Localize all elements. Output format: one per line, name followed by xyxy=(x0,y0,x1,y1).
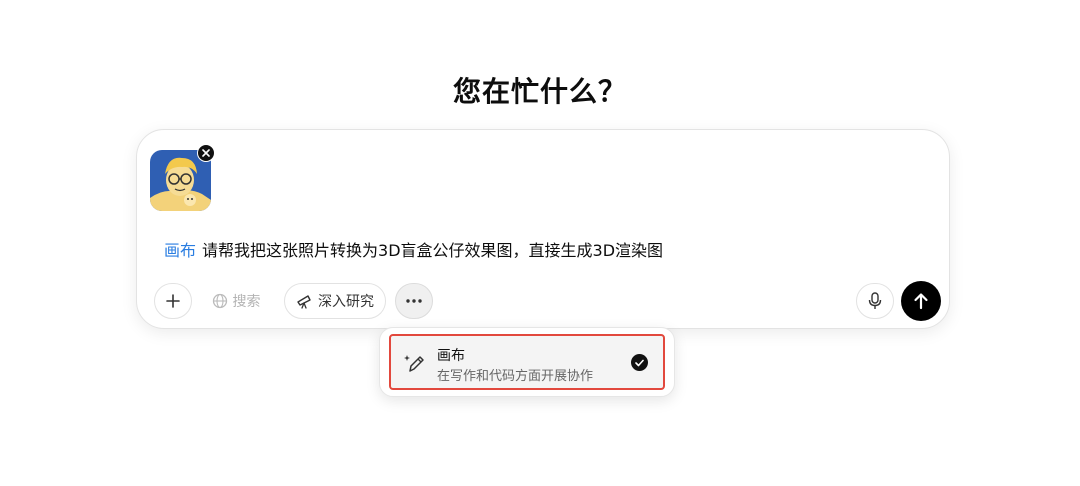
page-title: 您在忙什么？ xyxy=(452,75,627,108)
close-icon xyxy=(202,149,210,157)
remove-attachment-button[interactable] xyxy=(197,144,215,162)
telescope-icon xyxy=(297,295,311,309)
voice-input-button[interactable] xyxy=(856,283,894,319)
plus-icon xyxy=(166,294,180,308)
canvas-tool-tag[interactable]: 画布 xyxy=(164,241,196,260)
tools-dropdown-menu: 画布 在写作和代码方面开展协作 xyxy=(379,327,675,397)
globe-icon xyxy=(212,293,227,309)
microphone-icon xyxy=(868,292,882,309)
send-button[interactable] xyxy=(901,281,941,321)
add-button[interactable] xyxy=(154,283,192,319)
prompt-text: 请帮我把这张照片转换为3D盲盒公仔效果图，直接生成3D渲染图 xyxy=(202,241,664,260)
deep-research-label: 深入研究 xyxy=(318,294,374,310)
ellipsis-icon xyxy=(406,299,422,303)
search-label: 搜索 xyxy=(232,294,261,310)
more-tools-button[interactable] xyxy=(395,283,433,319)
page: 您在忙什么？ 画布 请帮我把这张照片转换为3D盲盒公仔效果图，直接生成3D渲染图… xyxy=(0,0,1080,486)
menu-item-canvas[interactable]: 画布 在写作和代码方面开展协作 xyxy=(389,334,665,390)
search-button[interactable]: 搜索 xyxy=(201,283,271,319)
menu-item-description: 在写作和代码方面开展协作 xyxy=(437,369,594,384)
prompt-composer[interactable]: 画布 请帮我把这张照片转换为3D盲盒公仔效果图，直接生成3D渲染图 搜索 深入研究 xyxy=(136,129,950,329)
menu-item-title: 画布 xyxy=(437,348,465,364)
deep-research-button[interactable]: 深入研究 xyxy=(284,283,386,319)
prompt-input[interactable]: 画布 请帮我把这张照片转换为3D盲盒公仔效果图，直接生成3D渲染图 xyxy=(164,240,663,262)
pencil-sparkle-icon xyxy=(404,355,424,372)
selected-check-icon xyxy=(631,354,648,371)
arrow-up-icon xyxy=(914,293,928,310)
